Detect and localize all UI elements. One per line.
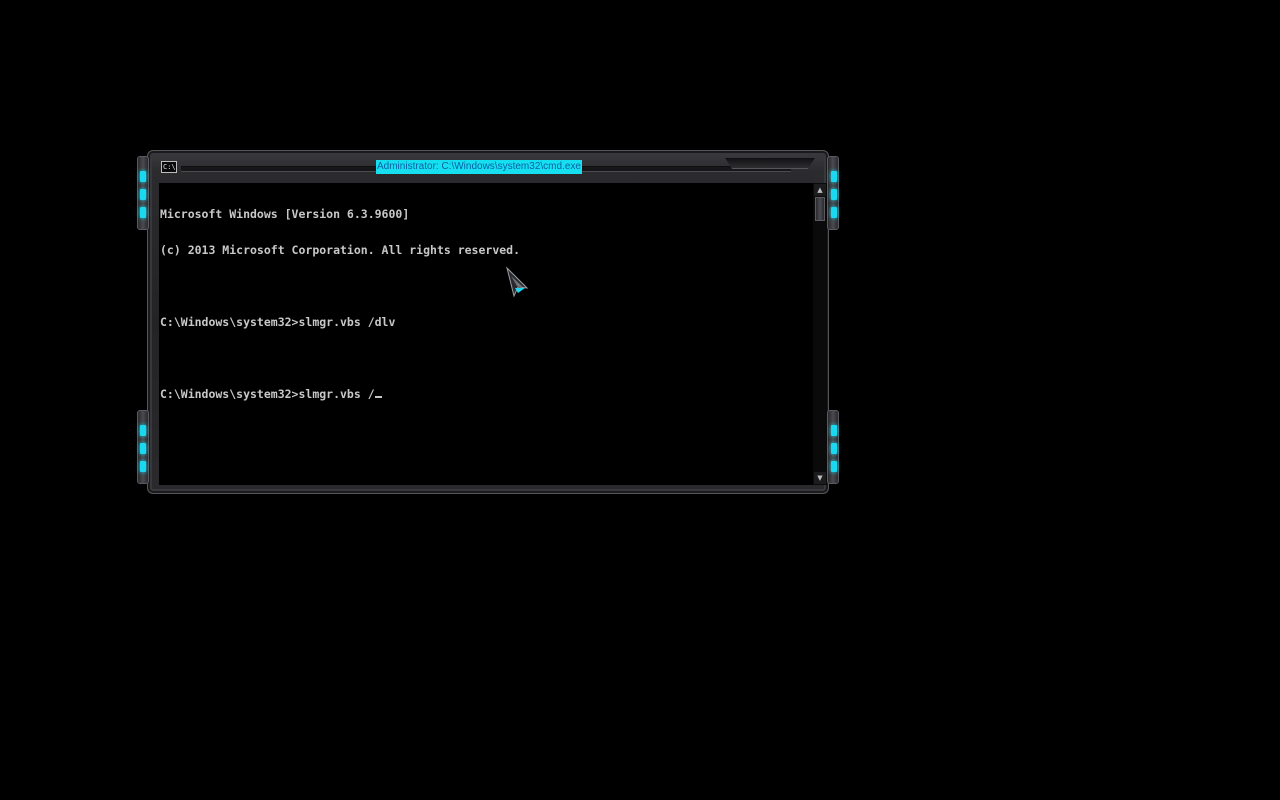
- console-output[interactable]: Microsoft Windows [Version 6.3.9600] (c)…: [159, 183, 814, 485]
- scroll-down-arrow-icon[interactable]: ▼: [814, 472, 826, 484]
- scroll-thumb[interactable]: [815, 197, 825, 221]
- desktop: C:\. Administrator: C:\Windows\system32\…: [0, 0, 1280, 800]
- cmd-system-icon[interactable]: C:\.: [161, 161, 177, 173]
- console-prompt-text: C:\Windows\system32>slmgr.vbs /: [160, 387, 375, 401]
- console-line: C:\Windows\system32>slmgr.vbs /dlv: [160, 315, 396, 329]
- mouse-pointer-icon: [506, 266, 529, 298]
- frame-side-left-top: [137, 156, 149, 230]
- cmd-window[interactable]: C:\. Administrator: C:\Windows\system32\…: [137, 150, 839, 494]
- console-line: Microsoft Windows [Version 6.3.9600]: [160, 207, 410, 221]
- text-cursor: [374, 396, 382, 398]
- scroll-up-arrow-icon[interactable]: ▲: [814, 184, 826, 196]
- title-notch: [725, 158, 815, 169]
- console-text: Microsoft Windows [Version 6.3.9600] (c)…: [160, 184, 520, 424]
- frame-side-right-top: [827, 156, 839, 230]
- title-bar[interactable]: C:\. Administrator: C:\Windows\system32\…: [157, 158, 819, 178]
- console-prompt-line[interactable]: C:\Windows\system32>slmgr.vbs /: [160, 388, 520, 400]
- console-line: (c) 2013 Microsoft Corporation. All righ…: [160, 243, 521, 257]
- frame-side-left-bottom: [137, 410, 149, 484]
- frame-side-right-bottom: [827, 410, 839, 484]
- window-title: Administrator: C:\Windows\system32\cmd.e…: [376, 160, 582, 174]
- vertical-scrollbar[interactable]: ▲ ▼: [813, 183, 827, 485]
